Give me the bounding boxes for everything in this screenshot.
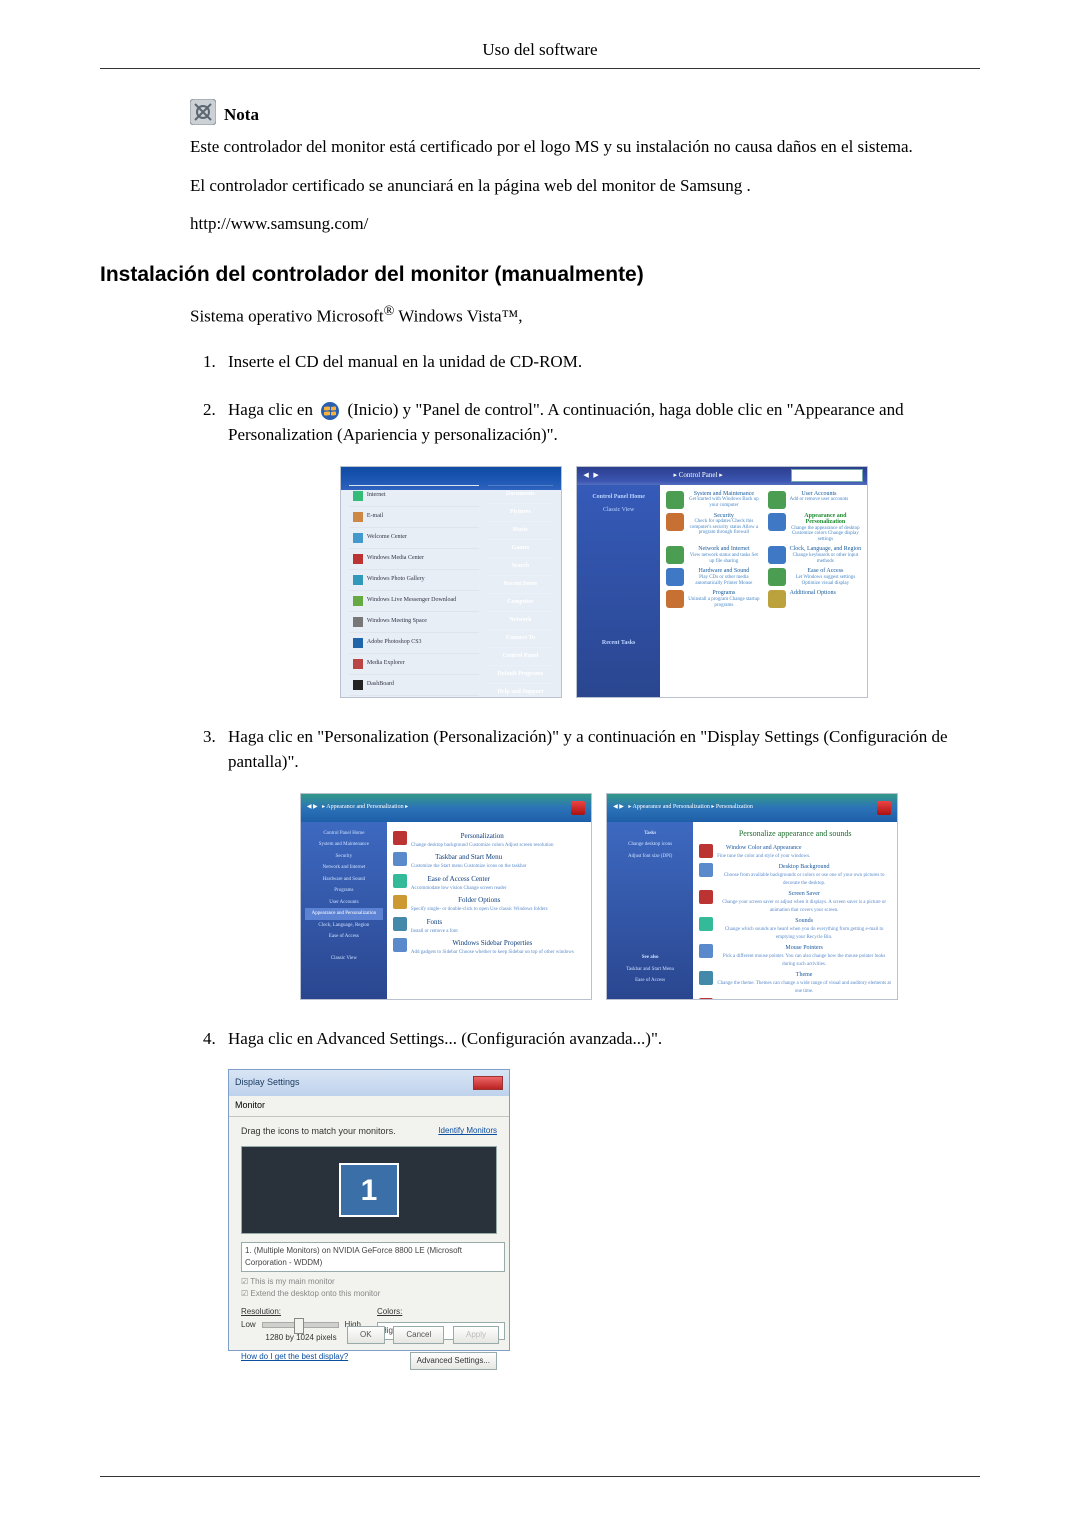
ds-identify-link: Identify Monitors [438,1125,497,1137]
start-item: Media Explorer [367,659,405,668]
os-line-b: Windows Vista™, [394,307,522,326]
step-3-text: Haga clic en "Personalization (Personali… [228,727,948,772]
start-item: Windows Meeting Space [367,617,427,626]
cp-side-link: Classic View [581,504,656,517]
step-4: Haga clic en Advanced Settings... (Confi… [220,1026,980,1352]
start-item: E-mail [367,512,383,521]
start-right-item: Games [488,539,553,557]
cp-category: Ease of Access [807,568,843,574]
start-item: Windows Live Messenger Download [367,596,456,605]
start-item: DashBoard [367,680,394,689]
ds-monitor-dropdown: 1. (Multiple Monitors) on NVIDIA GeForce… [241,1242,505,1272]
screenshot-start-menu: Internet E-mail Welcome Center Windows M… [340,466,562,698]
step-2-text-a: Haga clic en [228,400,317,419]
screenshot-display-settings: Display Settings Monitor Drag the icons … [228,1069,510,1351]
ds-resolution-label: Resolution: [241,1306,361,1318]
ds-checkbox-extend: ☑ Extend the desktop onto this monitor [241,1288,497,1300]
start-right-item: Default Programs [488,665,553,683]
start-right-item: Help and Support [488,683,553,698]
os-line: Sistema operativo Microsoft® Windows Vis… [190,301,980,329]
cp-title: Control Panel [679,471,718,479]
start-item: Windows Media Center [367,554,424,563]
start-right-item: Connect To [488,629,553,647]
screenshot-control-panel: ◀▶ ▸ Control Panel ▸ Control Panel Home … [576,466,868,698]
note-text: Este controlador del monitor está certif… [190,135,980,237]
start-right-item: Control Panel [488,647,553,665]
ds-drag-text: Drag the icons to match your monitors. [241,1125,396,1139]
cp-category: Network and Internet [698,546,749,552]
screenshot-appearance-personalization: ◀ ▶ ▸ Appearance and Personalization ▸ C… [300,793,592,1000]
start-right-item: Pictures [488,503,553,521]
ds-monitor-1: 1 [339,1163,399,1217]
cp-side-recent: Recent Tasks [581,637,656,650]
start-item: Welcome Center [367,533,407,542]
ds-checkbox-main: ☑ This is my main monitor [241,1276,497,1288]
step-4-text: Haga clic en Advanced Settings... (Confi… [228,1029,662,1048]
cp-side-title: Control Panel Home [581,491,656,504]
footer-rule [100,1476,980,1477]
ds-title: Display Settings [235,1076,300,1090]
note-paragraph-2: El controlador certificado se anunciará … [190,174,980,199]
os-line-a: Sistema operativo Microsoft [190,307,384,326]
cp-category: Security [714,513,734,519]
cp-category: Programs [712,590,735,596]
step-2: Haga clic en (Inicio) y "Panel de contro… [220,397,980,698]
start-right-item: Computer [488,593,553,611]
cp-category: Additional Options [790,590,836,596]
ds-tab-monitor: Monitor [229,1096,509,1117]
ds-cancel-button: Cancel [393,1326,444,1344]
ds-how-link: How do I get the best display? [241,1352,348,1361]
cp-category: Clock, Language, and Region [790,546,861,552]
note-paragraph-1: Este controlador del monitor está certif… [190,135,980,160]
cp-category: System and Maintenance [694,491,754,497]
start-item: Windows Photo Gallery [367,575,425,584]
start-right-item: Music [488,521,553,539]
note-icon [190,99,216,125]
ds-apply-button: Apply [453,1326,499,1344]
cp-category-appearance: Appearance and Personalization [804,513,846,526]
cp-category: Hardware and Sound [699,568,750,574]
start-orb-icon [319,401,341,421]
close-icon [877,801,891,815]
cp-category: User Accounts [801,491,836,497]
start-right-item: Documents [488,485,553,503]
screenshot-personalization: ◀ ▶ ▸ Appearance and Personalization ▸ P… [606,793,898,1000]
step-1: Inserte el CD del manual en la unidad de… [220,349,980,375]
ds-monitor-preview: 1 [241,1146,497,1234]
close-icon [571,801,585,815]
ds-ok-button: OK [347,1326,385,1344]
page-header: Uso del software [100,40,980,69]
note-url: http://www.samsung.com/ [190,212,980,237]
start-right-item: Search [488,557,553,575]
search-box [791,469,863,482]
section-heading: Instalación del controlador del monitor … [100,263,980,287]
start-right-item: Recent Items [488,575,553,593]
start-item: Adobe Photoshop CS3 [367,638,422,647]
close-icon [473,1076,503,1090]
ds-advanced-button: Advanced Settings... [410,1352,497,1370]
note-label: Nota [224,105,259,124]
start-right-item: Network [488,611,553,629]
step-3: Haga clic en "Personalization (Personali… [220,724,980,1000]
start-item: Internet [367,491,386,500]
ds-colors-label: Colors: [377,1306,497,1318]
